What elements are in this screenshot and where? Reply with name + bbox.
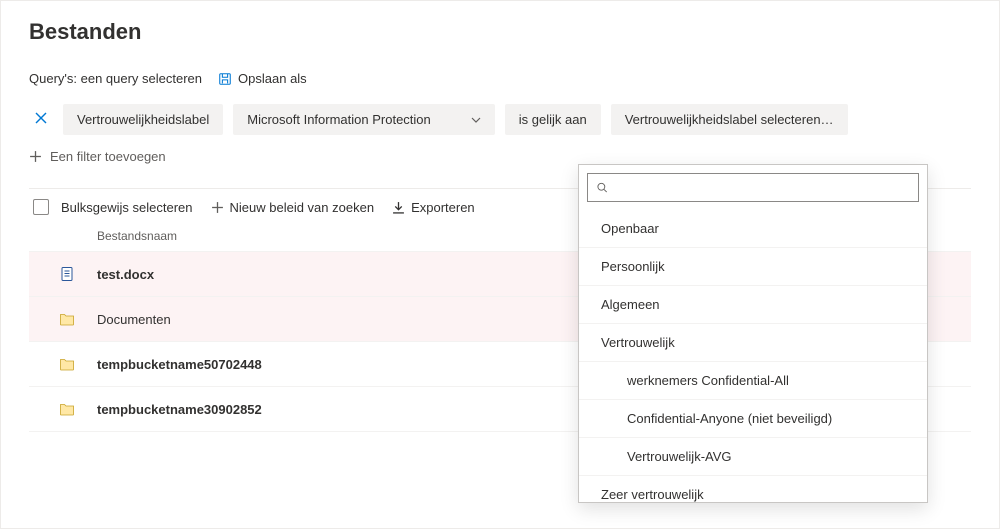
add-filter-label: Een filter toevoegen [50, 149, 166, 164]
file-name: Documenten [97, 312, 171, 327]
file-name: tempbucketname50702448 [97, 357, 262, 372]
dropdown-option[interactable]: werknemers Confidential-All [579, 362, 927, 400]
filter-operator-pill[interactable]: is gelijk aan [505, 104, 601, 135]
checkbox-icon [33, 199, 49, 215]
dropdown-option[interactable]: Persoonlijk [579, 248, 927, 286]
new-policy-button[interactable]: Nieuw beleid van zoeken [211, 200, 375, 215]
save-as-button[interactable]: Opslaan als [218, 71, 307, 86]
export-button[interactable]: Exporteren [392, 200, 475, 215]
search-icon [596, 181, 608, 194]
download-icon [392, 201, 405, 214]
close-icon [35, 112, 47, 124]
doc-icon [59, 266, 75, 282]
dropdown-option[interactable]: Openbaar [579, 210, 927, 248]
page-title: Bestanden [29, 19, 971, 45]
folder-icon [59, 356, 75, 372]
dropdown-search-input[interactable] [614, 179, 910, 196]
dropdown-search-field[interactable] [587, 173, 919, 202]
filter-field-pill[interactable]: Vertrouwelijkheidslabel [63, 104, 223, 135]
dropdown-option[interactable]: Vertrouwelijk-AVG [579, 438, 927, 476]
file-name: tempbucketname30902852 [97, 402, 262, 417]
folder-icon [59, 401, 75, 417]
plus-icon [29, 150, 42, 163]
filter-source-pill[interactable]: Microsoft Information Protection [233, 104, 495, 135]
bulk-select-label: Bulksgewijs selecteren [61, 200, 193, 215]
folder-icon [59, 311, 75, 327]
chevron-down-icon [471, 115, 481, 125]
remove-filter-button[interactable] [29, 107, 53, 133]
plus-icon [211, 201, 224, 214]
save-as-label: Opslaan als [238, 71, 307, 86]
add-filter-button[interactable]: Een filter toevoegen [29, 149, 971, 164]
dropdown-option[interactable]: Zeer vertrouwelijk [579, 476, 927, 502]
bulk-select-toggle[interactable]: Bulksgewijs selecteren [33, 199, 193, 215]
export-label: Exporteren [411, 200, 475, 215]
file-name: test.docx [97, 267, 154, 282]
new-policy-label: Nieuw beleid van zoeken [230, 200, 375, 215]
query-selector[interactable]: Query's: een query selecteren [29, 71, 202, 86]
dropdown-option[interactable]: Confidential-Anyone (niet beveiligd) [579, 400, 927, 438]
filter-source-label: Microsoft Information Protection [247, 112, 431, 127]
filter-value-pill[interactable]: Vertrouwelijkheidslabel selecteren… [611, 104, 848, 135]
dropdown-option[interactable]: Vertrouwelijk [579, 324, 927, 362]
save-icon [218, 72, 232, 86]
label-dropdown: OpenbaarPersoonlijkAlgemeenVertrouwelijk… [578, 164, 928, 503]
dropdown-option[interactable]: Algemeen [579, 286, 927, 324]
